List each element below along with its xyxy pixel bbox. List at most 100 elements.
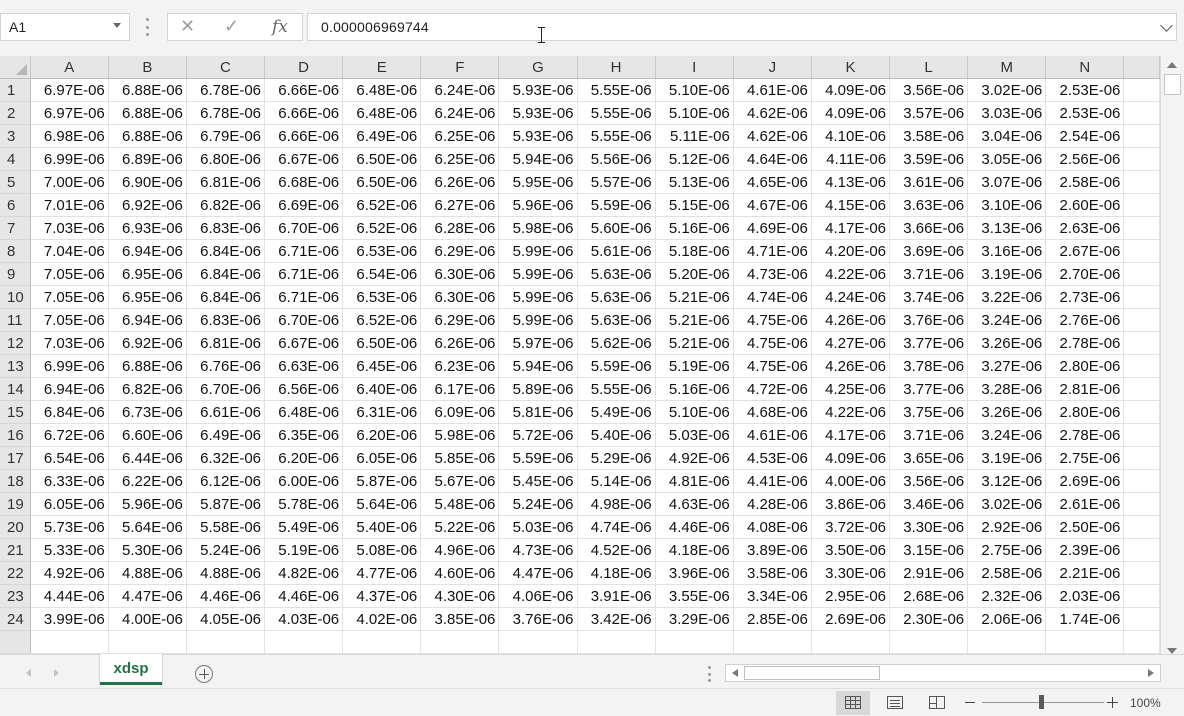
cell-j8[interactable]: 4.71E-06	[733, 239, 812, 263]
cell-m15[interactable]: 3.26E-06	[967, 400, 1047, 424]
cell-m11[interactable]: 3.24E-06	[967, 308, 1047, 332]
row-header[interactable]: 12	[0, 331, 31, 355]
cell-n18[interactable]: 2.69E-06	[1045, 469, 1125, 493]
cell-e9[interactable]: 6.54E-06	[342, 262, 422, 286]
column-header-j[interactable]: J	[733, 56, 812, 79]
cell-overflow[interactable]	[1123, 308, 1160, 332]
cell-m12[interactable]: 3.26E-06	[967, 331, 1047, 355]
cell-k4[interactable]: 4.11E-06	[811, 147, 891, 171]
cell-l12[interactable]: 3.77E-06	[889, 331, 969, 355]
cell-l8[interactable]: 3.69E-06	[889, 239, 969, 263]
cell-n16[interactable]: 2.78E-06	[1045, 423, 1125, 447]
cell-e12[interactable]: 6.50E-06	[342, 331, 422, 355]
row-header[interactable]: 6	[0, 193, 31, 217]
cell-l3[interactable]: 3.58E-06	[889, 124, 969, 148]
cell-g10[interactable]: 5.99E-06	[498, 285, 578, 309]
cell-m1[interactable]: 3.02E-06	[967, 78, 1047, 102]
name-box-dropdown-icon[interactable]	[113, 23, 121, 28]
cell-j6[interactable]: 4.67E-06	[733, 193, 812, 217]
cell-empty[interactable]	[811, 630, 891, 654]
cell-b18[interactable]: 6.22E-06	[108, 469, 187, 493]
cell-e13[interactable]: 6.45E-06	[342, 354, 422, 378]
cell-d4[interactable]: 6.67E-06	[264, 147, 344, 171]
column-header-l[interactable]: L	[889, 56, 969, 79]
cell-a21[interactable]: 5.33E-06	[30, 538, 109, 562]
cell-b8[interactable]: 6.94E-06	[108, 239, 187, 263]
cell-h6[interactable]: 5.59E-06	[577, 193, 656, 217]
cell-h18[interactable]: 5.14E-06	[577, 469, 656, 493]
cell-c9[interactable]: 6.84E-06	[186, 262, 266, 286]
row-header[interactable]: 7	[0, 216, 31, 240]
enter-icon[interactable]: ✓	[224, 16, 239, 37]
cell-l21[interactable]: 3.15E-06	[889, 538, 969, 562]
cell-k15[interactable]: 4.22E-06	[811, 400, 891, 424]
cell-l17[interactable]: 3.65E-06	[889, 446, 969, 470]
cell-l22[interactable]: 2.91E-06	[889, 561, 969, 585]
cell-d9[interactable]: 6.71E-06	[264, 262, 344, 286]
cell-empty[interactable]	[1045, 630, 1125, 654]
column-header-h[interactable]: H	[577, 56, 656, 79]
cell-f1[interactable]: 6.24E-06	[420, 78, 500, 102]
cell-k10[interactable]: 4.24E-06	[811, 285, 891, 309]
cell-i5[interactable]: 5.13E-06	[655, 170, 734, 194]
cell-j11[interactable]: 4.75E-06	[733, 308, 812, 332]
cell-b24[interactable]: 4.00E-06	[108, 607, 187, 631]
cell-a13[interactable]: 6.99E-06	[30, 354, 109, 378]
cell-l11[interactable]: 3.76E-06	[889, 308, 969, 332]
select-all-corner[interactable]	[0, 56, 31, 79]
column-header-f[interactable]: F	[420, 56, 500, 79]
cell-h8[interactable]: 5.61E-06	[577, 239, 656, 263]
cell-m17[interactable]: 3.19E-06	[967, 446, 1047, 470]
cell-n9[interactable]: 2.70E-06	[1045, 262, 1125, 286]
cell-f11[interactable]: 6.29E-06	[420, 308, 500, 332]
cell-i11[interactable]: 5.21E-06	[655, 308, 734, 332]
cell-c3[interactable]: 6.79E-06	[186, 124, 266, 148]
cell-j22[interactable]: 3.58E-06	[733, 561, 812, 585]
cell-empty[interactable]	[577, 630, 656, 654]
cell-d8[interactable]: 6.71E-06	[264, 239, 344, 263]
cell-f21[interactable]: 4.96E-06	[420, 538, 500, 562]
cell-f4[interactable]: 6.25E-06	[420, 147, 500, 171]
cell-a1[interactable]: 6.97E-06	[30, 78, 109, 102]
page-layout-button[interactable]	[878, 691, 912, 715]
cell-d23[interactable]: 4.46E-06	[264, 584, 344, 608]
cell-g2[interactable]: 5.93E-06	[498, 101, 578, 125]
row-header[interactable]: 4	[0, 147, 31, 171]
row-header[interactable]: 15	[0, 400, 31, 424]
scroll-up-icon[interactable]	[1167, 62, 1177, 68]
cell-n7[interactable]: 2.63E-06	[1045, 216, 1125, 240]
cell-i2[interactable]: 5.10E-06	[655, 101, 734, 125]
cell-e5[interactable]: 6.50E-06	[342, 170, 422, 194]
name-box[interactable]: A1	[0, 13, 130, 41]
cell-b6[interactable]: 6.92E-06	[108, 193, 187, 217]
cell-empty[interactable]	[30, 630, 109, 654]
cell-j19[interactable]: 4.28E-06	[733, 492, 812, 516]
cell-empty[interactable]	[967, 630, 1047, 654]
cell-a15[interactable]: 6.84E-06	[30, 400, 109, 424]
row-header[interactable]: 21	[0, 538, 31, 562]
sheet-tab-xdsp[interactable]: xdsp	[100, 654, 162, 685]
column-header-overflow[interactable]	[1123, 56, 1160, 79]
cell-k22[interactable]: 3.30E-06	[811, 561, 891, 585]
row-header[interactable]	[0, 630, 31, 654]
cell-l20[interactable]: 3.30E-06	[889, 515, 969, 539]
cell-m8[interactable]: 3.16E-06	[967, 239, 1047, 263]
cell-m22[interactable]: 2.58E-06	[967, 561, 1047, 585]
cell-f6[interactable]: 6.27E-06	[420, 193, 500, 217]
cell-b10[interactable]: 6.95E-06	[108, 285, 187, 309]
cell-overflow[interactable]	[1123, 492, 1160, 516]
next-sheet-icon[interactable]	[54, 669, 59, 677]
horizontal-scroll-thumb[interactable]	[744, 666, 880, 680]
cell-k8[interactable]: 4.20E-06	[811, 239, 891, 263]
cell-a5[interactable]: 7.00E-06	[30, 170, 109, 194]
cell-l14[interactable]: 3.77E-06	[889, 377, 969, 401]
cell-g22[interactable]: 4.47E-06	[498, 561, 578, 585]
cell-c21[interactable]: 5.24E-06	[186, 538, 266, 562]
cell-h1[interactable]: 5.55E-06	[577, 78, 656, 102]
cell-overflow[interactable]	[1123, 239, 1160, 263]
cell-g19[interactable]: 5.24E-06	[498, 492, 578, 516]
row-header[interactable]: 3	[0, 124, 31, 148]
cell-overflow[interactable]	[1123, 538, 1160, 562]
cell-h20[interactable]: 4.74E-06	[577, 515, 656, 539]
worksheet-grid[interactable]: ABCDEFGHIJKLMN 1 6.97E-06 6.88E-06 6.78E-06…	[0, 56, 1160, 654]
